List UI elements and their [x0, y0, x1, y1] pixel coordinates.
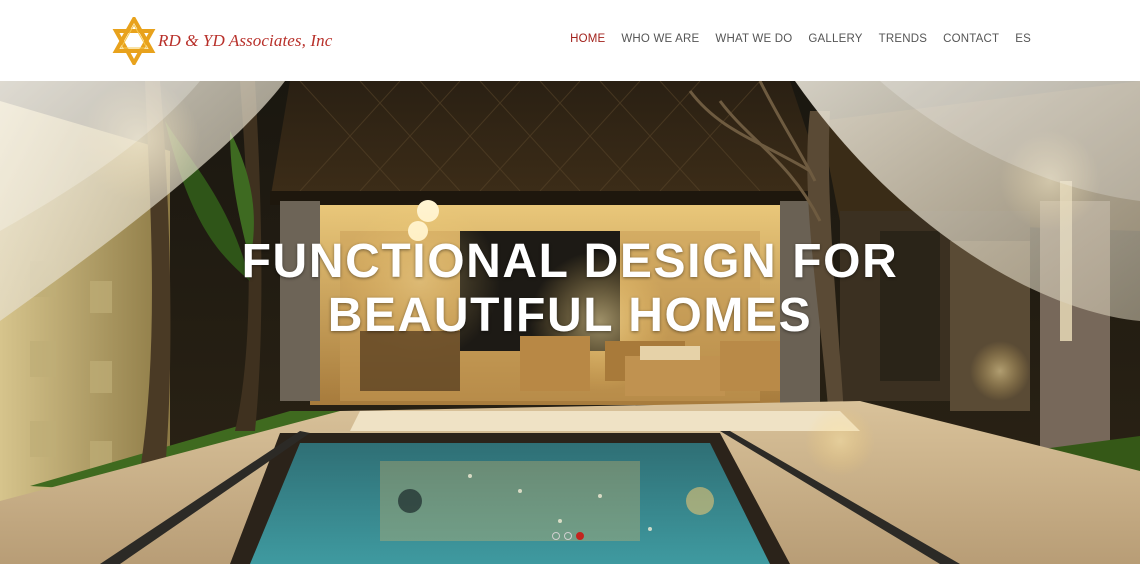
nav-item-home[interactable]: HOME: [562, 33, 613, 45]
hero-headline: FUNCTIONAL DESIGN FOR BEAUTIFUL HOMES: [0, 235, 1140, 343]
star-logo-icon: [112, 17, 156, 65]
slider-dot-2[interactable]: [564, 532, 572, 540]
brand-name: RD & YD Associates, Inc: [158, 31, 333, 50]
main-nav: HOME WHO WE ARE WHAT WE DO GALLERY TREND…: [562, 33, 1031, 45]
nav-item-what-we-do[interactable]: WHAT WE DO: [707, 33, 800, 45]
nav-item-trends[interactable]: TRENDS: [871, 33, 935, 45]
slider-dot-1[interactable]: [552, 532, 560, 540]
brand-logo[interactable]: RD & YD Associates, Inc: [112, 16, 332, 66]
page: RD & YD Associates, Inc HOME WHO WE ARE …: [0, 0, 1140, 564]
hero-headline-line-2: BEAUTIFUL HOMES: [327, 289, 813, 342]
slider-pagination: [552, 532, 584, 540]
nav-item-contact[interactable]: CONTACT: [935, 33, 1007, 45]
site-header: RD & YD Associates, Inc HOME WHO WE ARE …: [0, 0, 1140, 81]
nav-item-gallery[interactable]: GALLERY: [800, 33, 870, 45]
hero-headline-line-1: FUNCTIONAL DESIGN FOR: [241, 235, 899, 288]
slider-dot-3[interactable]: [576, 532, 584, 540]
nav-item-language-es[interactable]: ES: [1007, 33, 1031, 45]
hero-slider: FUNCTIONAL DESIGN FOR BEAUTIFUL HOMES: [0, 81, 1140, 564]
nav-item-who-we-are[interactable]: WHO WE ARE: [613, 33, 707, 45]
